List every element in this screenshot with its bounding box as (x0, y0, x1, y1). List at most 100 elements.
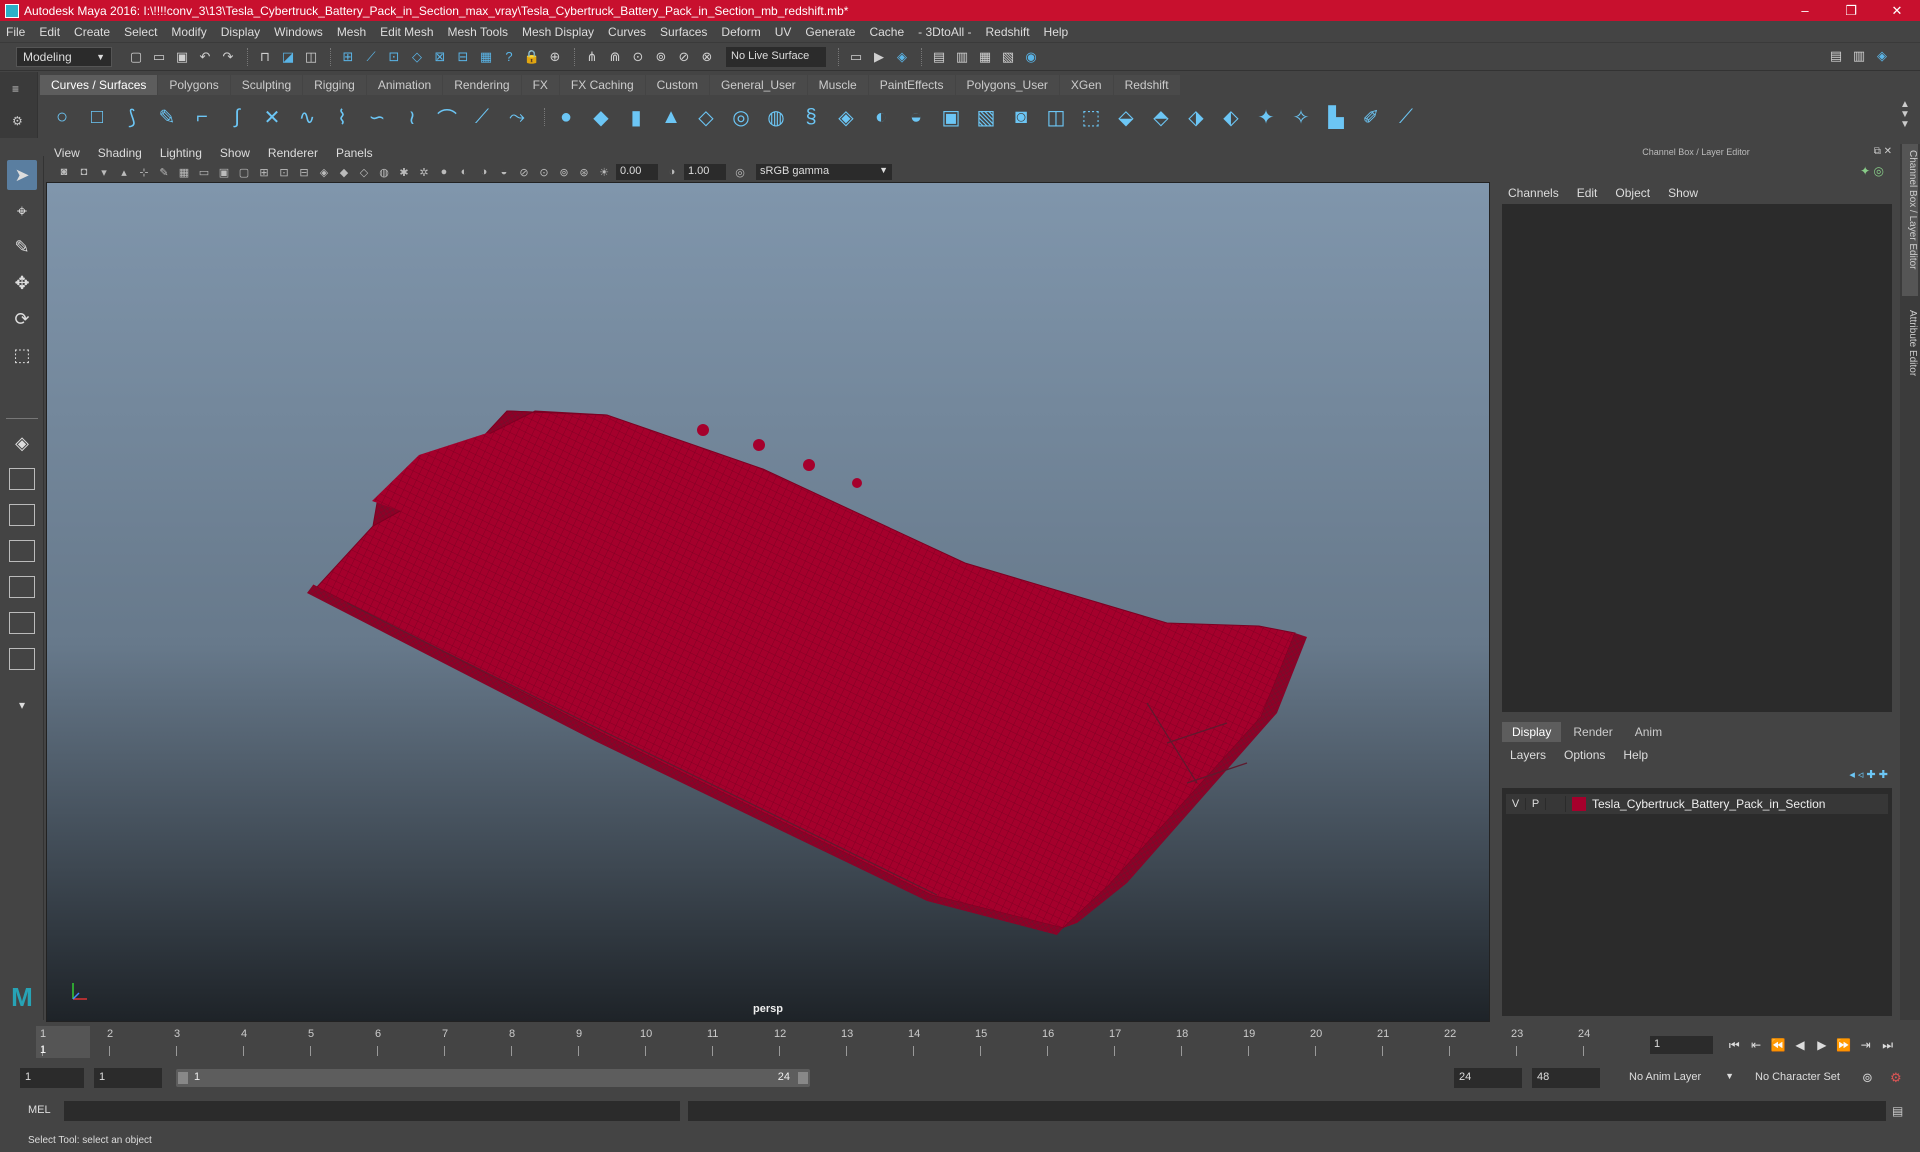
shelf-tab-sculpting[interactable]: Sculpting (230, 75, 303, 95)
menu-file[interactable]: File (6, 25, 25, 39)
menu-cache[interactable]: Cache (869, 25, 904, 39)
step-forward-frame-icon[interactable]: ⏩ (1834, 1038, 1853, 1052)
layout-more-icon[interactable]: ▾ (7, 690, 37, 720)
field-chart-icon[interactable]: ⊞ (256, 164, 272, 180)
live-surface-field[interactable]: No Live Surface (726, 46, 826, 67)
select-tool-icon[interactable]: ➤ (7, 160, 37, 190)
panel-menu-shading[interactable]: Shading (98, 146, 142, 160)
scale-tool-icon[interactable]: ⬚ (7, 340, 37, 370)
gate-mask-icon[interactable]: ▢ (236, 164, 252, 180)
curve-intersect-icon[interactable]: ✕ (258, 103, 286, 131)
menu-edit-mesh[interactable]: Edit Mesh (380, 25, 433, 39)
render-settings-icon[interactable]: ▧ (998, 47, 1018, 67)
new-scene-icon[interactable]: ▢ (126, 47, 146, 67)
side-tab-channel-box[interactable]: Channel Box / Layer Editor (1902, 144, 1918, 296)
snap-to-points-icon[interactable]: ⊙ (628, 47, 648, 67)
wireframe-on-shaded-icon[interactable]: ◇ (356, 164, 372, 180)
shelf-tab-animation[interactable]: Animation (366, 75, 443, 95)
intersect-surfaces-icon[interactable]: ⬘ (1147, 103, 1175, 131)
time-slider[interactable]: 1 2 3 4 5 6 7 8 9 10 11 12 13 14 15 16 1… (22, 1026, 1634, 1058)
range-start-handle[interactable] (178, 1072, 188, 1084)
minimize-button[interactable]: – (1782, 3, 1828, 18)
perspective-viewport[interactable]: persp (46, 182, 1490, 1022)
four-view-layout-icon[interactable] (9, 468, 35, 490)
persp-graph-layout-icon[interactable] (9, 540, 35, 562)
offset-curve-icon[interactable]: ≀ (398, 103, 426, 131)
birail-icon[interactable]: ◒ (902, 103, 930, 131)
revolve-icon[interactable]: ◍ (762, 103, 790, 131)
shelf-tab-curves-surfaces[interactable]: Curves / Surfaces (40, 75, 158, 95)
safe-action-icon[interactable]: ⊡ (276, 164, 292, 180)
redo-icon[interactable]: ↷ (218, 47, 238, 67)
snap-live-icon[interactable]: ⊠ (430, 47, 450, 67)
shelf-tab-painteffects[interactable]: PaintEffects (868, 75, 955, 95)
extrude-icon[interactable]: ◐ (867, 103, 895, 131)
snap-to-curves-icon[interactable]: ⋒ (605, 47, 625, 67)
input-ops-icon[interactable]: ▦ (476, 47, 496, 67)
tab-render[interactable]: Render (1563, 722, 1623, 742)
render-setup-icon[interactable]: ▶ (869, 47, 889, 67)
untrim-icon[interactable]: ⬚ (1077, 103, 1105, 131)
current-frame-field[interactable]: 1 (1650, 1036, 1713, 1054)
outliner-persp-layout-icon[interactable] (9, 504, 35, 526)
layer-row[interactable]: V P Tesla_Cybertruck_Battery_Pack_in_Sec… (1506, 794, 1888, 814)
shelf-settings-icon[interactable]: ⚙ (12, 114, 23, 128)
detach-surfaces-icon[interactable]: ⬖ (1217, 103, 1245, 131)
snap-to-projected-icon[interactable]: ⊚ (651, 47, 671, 67)
gamma-icon[interactable]: ◑ (664, 164, 680, 180)
auto-key-icon[interactable]: ⊚ (1862, 1070, 1873, 1086)
menu-set-dropdown[interactable]: Modeling ▼ (16, 46, 112, 67)
nurbs-circle-icon[interactable]: ○ (48, 103, 76, 131)
hypershade-icon[interactable]: ◉ (1021, 47, 1041, 67)
nurbs-torus-icon[interactable]: ◎ (727, 103, 755, 131)
film-gate-icon[interactable]: ▭ (196, 164, 212, 180)
gamma-field[interactable]: 1.00 (684, 164, 726, 180)
paint-select-tool-icon[interactable]: ✎ (7, 232, 37, 262)
color-management-icon[interactable]: ◎ (732, 164, 748, 180)
smooth-shade-icon[interactable]: ◆ (336, 164, 352, 180)
rebuild-curve-icon[interactable]: ∽ (363, 103, 391, 131)
attach-curves-icon[interactable]: ∿ (293, 103, 321, 131)
save-scene-icon[interactable]: ▣ (172, 47, 192, 67)
nurbs-cube-icon[interactable]: ◆ (587, 103, 615, 131)
command-input[interactable] (64, 1101, 680, 1121)
menu-surfaces[interactable]: Surfaces (660, 25, 707, 39)
tab-anim[interactable]: Anim (1624, 722, 1673, 742)
ep-curve-icon[interactable]: ⟆ (118, 103, 146, 131)
menu-edit[interactable]: Edit (39, 25, 60, 39)
fillet-curve-icon[interactable]: ⌒ (433, 103, 461, 131)
extend-curve-icon[interactable]: ⤳ (503, 103, 531, 131)
shelf-tab-polygons-user[interactable]: Polygons_User (955, 75, 1059, 95)
cut-curve-icon[interactable]: ⟋ (468, 103, 496, 131)
shelf-tab-redshift[interactable]: Redshift (1113, 75, 1180, 95)
shelf-tab-muscle[interactable]: Muscle (807, 75, 868, 95)
maximize-button[interactable]: ❐ (1828, 3, 1874, 19)
nurbs-plane-icon[interactable]: ◇ (692, 103, 720, 131)
menu-redshift[interactable]: Redshift (986, 25, 1030, 39)
nurbs-cylinder-icon[interactable]: ▮ (622, 103, 650, 131)
playback-range-bar[interactable]: 1 24 (176, 1069, 810, 1087)
script-editor-icon[interactable]: ▤ (1892, 1104, 1903, 1118)
anim-layer-dropdown[interactable]: No Anim Layer ▼ (1624, 1068, 1734, 1088)
grid-icon[interactable]: ▦ (176, 164, 192, 180)
wireframe-icon[interactable]: ◈ (316, 164, 332, 180)
grease-pencil-icon[interactable]: ✎ (156, 164, 172, 180)
shelf-tab-fx[interactable]: FX (521, 75, 559, 95)
step-back-key-icon[interactable]: ⇤ (1747, 1038, 1766, 1052)
edit-menu[interactable]: Edit (1577, 186, 1598, 200)
side-tab-attribute-editor[interactable]: Attribute Editor (1902, 304, 1918, 394)
step-back-frame-icon[interactable]: ⏪ (1769, 1038, 1788, 1052)
menu-select[interactable]: Select (124, 25, 157, 39)
lock-icon[interactable]: 🔒 (522, 47, 542, 67)
trim-icon[interactable]: ◫ (1042, 103, 1070, 131)
outliner-graph-layout-icon[interactable] (9, 576, 35, 598)
menu-uv[interactable]: UV (775, 25, 792, 39)
menu-mesh-display[interactable]: Mesh Display (522, 25, 594, 39)
layer-action-icons[interactable]: ◂ ◃ ✚ ✚ (1849, 768, 1888, 781)
menu-help[interactable]: Help (1044, 25, 1069, 39)
snap-to-view-icon[interactable]: ⊘ (674, 47, 694, 67)
open-scene-icon[interactable]: ▭ (149, 47, 169, 67)
shelf-tab-fx-caching[interactable]: FX Caching (559, 75, 645, 95)
single-perspective-view-icon[interactable]: ◈ (7, 428, 37, 458)
bezier-curve-icon[interactable]: ∫ (223, 103, 251, 131)
